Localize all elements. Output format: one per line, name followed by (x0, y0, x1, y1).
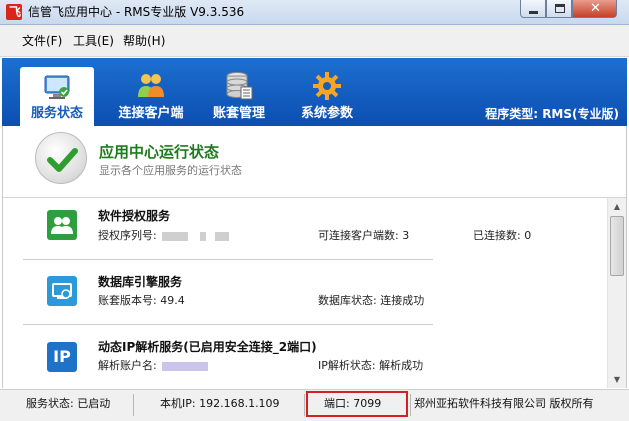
tab-label: 服务状态 (30, 106, 83, 121)
divider (23, 259, 433, 260)
copyright-text: 郑州亚拓软件科技有限公司 版权所有 (414, 397, 594, 410)
resolve-account-field: 解析账户名: (98, 359, 209, 373)
scroll-down-button[interactable]: ▼ (608, 371, 626, 388)
close-button[interactable]: ✕ (572, 0, 617, 18)
service-name: 软件授权服务 (98, 209, 171, 223)
menu-file[interactable]: 文件(F) (22, 33, 62, 49)
ip-icon: IP (47, 342, 77, 372)
list-item: 软件授权服务 授权序列号: 可连接客户端数: 3 已连接数: 0 (3, 198, 606, 264)
account-version-field: 账套版本号: 49.4 (98, 294, 185, 307)
app-logo-icon[interactable]: 飞 (6, 4, 22, 20)
nav-toolbar: 服务状态 连接客户端 账套管理 系统参数 程序类型: RMS(专业版) (2, 58, 627, 126)
minimize-button[interactable] (520, 0, 546, 18)
maximize-button[interactable] (546, 0, 572, 18)
max-clients-field: 可连接客户端数: 3 (318, 229, 410, 242)
scroll-thumb[interactable] (610, 216, 624, 276)
minimize-icon (529, 11, 538, 14)
redacted-value (162, 361, 209, 371)
resolve-account-label: 解析账户名: (98, 359, 157, 372)
divider (410, 394, 411, 416)
close-icon: ✕ (590, 1, 601, 16)
license-serial-field: 授权序列号: (98, 229, 230, 243)
monitor-icon (44, 75, 70, 99)
status-header: 应用中心运行状态 显示各个应用服务的运行状态 (3, 126, 626, 198)
list-item: IP 动态IP解析服务(已启用安全连接_2端口) 解析账户名: IP解析状态: … (3, 326, 606, 388)
divider (304, 394, 305, 416)
database-icon (226, 72, 253, 100)
license-serial-label: 授权序列号: (98, 229, 157, 242)
database-engine-icon (47, 276, 77, 306)
menu-bar: 文件(F) 工具(E) 帮助(H) (0, 25, 629, 57)
menu-help[interactable]: 帮助(H) (123, 33, 165, 49)
scroll-up-button[interactable]: ▲ (608, 198, 626, 215)
window-title: 信管飞应用中心 - RMS专业版 V9.3.536 (28, 5, 245, 19)
redacted-value (199, 231, 206, 241)
program-type-label: 程序类型: RMS(专业版) (485, 107, 619, 121)
users-icon (47, 210, 77, 240)
page-subtitle: 显示各个应用服务的运行状态 (99, 164, 242, 177)
checkmark-icon (35, 132, 87, 184)
users-icon (138, 74, 164, 97)
service-name: 数据库引擎服务 (98, 275, 183, 289)
database-status-field: 数据库状态: 连接成功 (318, 294, 425, 307)
maximize-icon (555, 4, 565, 13)
divider (23, 324, 433, 325)
title-bar: 飞 信管飞应用中心 - RMS专业版 V9.3.536 ✕ (0, 0, 629, 25)
tab-label: 连接客户端 (118, 106, 184, 121)
service-name: 动态IP解析服务(已启用安全连接_2端口) (98, 340, 317, 354)
vertical-scrollbar[interactable]: ▲ ▼ (607, 198, 626, 388)
ip-resolve-status-field: IP解析状态: 解析成功 (318, 359, 424, 372)
page-title: 应用中心运行状态 (99, 143, 220, 161)
tab-account-management[interactable]: 账套管理 (202, 58, 276, 126)
service-state: 服务状态: 已启动 (26, 397, 111, 410)
gear-icon (313, 72, 341, 100)
port-number: 端口: 7099 (324, 397, 382, 410)
redacted-value (162, 231, 189, 241)
divider (133, 394, 134, 416)
tab-label: 系统参数 (300, 106, 353, 121)
main-panel: 应用中心运行状态 显示各个应用服务的运行状态 软件授权服务 授权序列号: 可连接… (2, 126, 627, 388)
tab-label: 账套管理 (212, 106, 265, 121)
menu-tools[interactable]: 工具(E) (73, 33, 114, 49)
list-item: 数据库引擎服务 账套版本号: 49.4 数据库状态: 连接成功 (3, 262, 606, 328)
tab-system-parameters[interactable]: 系统参数 (290, 58, 364, 126)
tab-service-status[interactable]: 服务状态 (20, 67, 94, 126)
connected-count-field: 已连接数: 0 (473, 229, 532, 242)
status-bar: 服务状态: 已启动 本机IP: 192.168.1.109 端口: 7099 郑… (0, 389, 629, 421)
redacted-value (215, 231, 230, 241)
tab-connected-clients[interactable]: 连接客户端 (108, 58, 194, 126)
service-list: 软件授权服务 授权序列号: 可连接客户端数: 3 已连接数: 0 数据库引擎服务 (3, 198, 606, 388)
local-ip: 本机IP: 192.168.1.109 (160, 397, 280, 410)
